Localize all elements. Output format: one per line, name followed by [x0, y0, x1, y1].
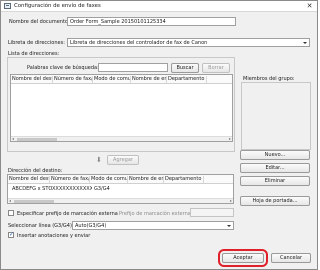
- new-button[interactable]: Nuevo...: [240, 150, 310, 160]
- group-members-list: [241, 82, 311, 150]
- table-row[interactable]: ABCDEFG x STO... XXXXXXXXXXXX G3/G4: [8, 185, 233, 193]
- line-select[interactable]: Auto(G3/G4): [72, 221, 234, 230]
- title-bar: Configuración de envío de faxes ✕: [1, 1, 317, 12]
- annotations-checkbox-label: Insertar anotaciones y enviar: [17, 233, 91, 239]
- cancel-button[interactable]: Cancelar: [271, 253, 311, 263]
- document-name-value: Order Form_Sample 20150101125334: [70, 19, 166, 25]
- scroll-thumb[interactable]: [17, 138, 57, 141]
- column-header[interactable]: Número de fax/URI: [53, 76, 93, 83]
- column-header[interactable]: Departamento: [164, 176, 204, 183]
- cover-sheet-button[interactable]: Hoja de portada...: [240, 196, 310, 206]
- fax-icon: [4, 3, 11, 9]
- chevron-down-icon: [303, 42, 307, 44]
- column-header[interactable]: Modo de comunic...: [93, 76, 131, 83]
- annotations-checkbox[interactable]: [8, 231, 14, 238]
- horizontal-scrollbar[interactable]: [8, 198, 233, 203]
- scroll-thumb[interactable]: [14, 200, 54, 203]
- destination-mode-cell: G3/G4: [94, 186, 110, 192]
- fax-send-settings-dialog: Configuración de envío de faxes ✕ Nombre…: [0, 0, 318, 270]
- line-select-label: Seleccionar línea (G3/G4): [8, 223, 72, 229]
- horizontal-scrollbar[interactable]: [11, 136, 232, 141]
- column-header[interactable]: Número de fax/URI: [50, 176, 90, 183]
- destination-table[interactable]: Nombre del destino Número de fax/URI Mod…: [7, 174, 234, 204]
- document-name-label: Nombre del documento:: [9, 19, 70, 25]
- address-book-label: Libreta de direcciones:: [8, 40, 65, 46]
- external-dial-checkbox[interactable]: [8, 210, 14, 216]
- scroll-left-icon[interactable]: [12, 138, 14, 140]
- clear-button[interactable]: Borrar: [202, 63, 230, 73]
- column-header[interactable]: Nombre de em...: [128, 176, 164, 183]
- column-header[interactable]: Modo de comunic...: [90, 176, 128, 183]
- search-keywords-label: Palabras clave de búsqueda:: [27, 65, 99, 71]
- external-prefix-input[interactable]: [190, 208, 234, 217]
- address-list-table[interactable]: Nombre del destino Número de fax/URI Mod…: [10, 74, 233, 142]
- column-header[interactable]: Nombre del destino: [8, 176, 50, 183]
- scroll-right-icon[interactable]: [229, 138, 231, 140]
- address-book-selected: Libreta de direcciones del controlador d…: [70, 40, 208, 46]
- address-book-select[interactable]: Libreta de direcciones del controlador d…: [67, 38, 310, 47]
- destination-number-cell: XXXXXXXXXXXX: [52, 186, 92, 192]
- add-button[interactable]: Agregar: [107, 155, 139, 165]
- document-name-field[interactable]: Order Form_Sample 20150101125334: [67, 17, 236, 26]
- column-header[interactable]: Nombre de em...: [131, 76, 167, 83]
- scroll-right-icon[interactable]: [230, 200, 232, 202]
- destination-header: Nombre del destino Número de fax/URI Mod…: [8, 175, 233, 184]
- delete-button[interactable]: Eliminar: [240, 176, 310, 186]
- arrow-down-icon: ⬇: [96, 156, 102, 164]
- chevron-down-icon: [227, 225, 231, 227]
- column-header[interactable]: Nombre del destino: [11, 76, 53, 83]
- line-selected: Auto(G3/G4): [75, 223, 107, 229]
- search-input[interactable]: [98, 63, 168, 72]
- column-header[interactable]: Departamento: [167, 76, 207, 83]
- external-dial-checkbox-label: Especificar prefijo de marcación externa: [17, 211, 118, 217]
- close-icon[interactable]: ✕: [305, 2, 314, 10]
- edit-button[interactable]: Editar...: [240, 163, 310, 173]
- search-button[interactable]: Buscar: [171, 63, 199, 73]
- address-list-header: Nombre del destino Número de fax/URI Mod…: [11, 75, 232, 84]
- destination-name-cell: ABCDEFG x STO...: [12, 186, 52, 192]
- external-prefix-label: Prefijo de marcación externa: [119, 211, 191, 217]
- window-title: Configuración de envío de faxes: [14, 3, 101, 9]
- accept-button[interactable]: Aceptar: [222, 253, 264, 263]
- scroll-left-icon[interactable]: [9, 200, 11, 202]
